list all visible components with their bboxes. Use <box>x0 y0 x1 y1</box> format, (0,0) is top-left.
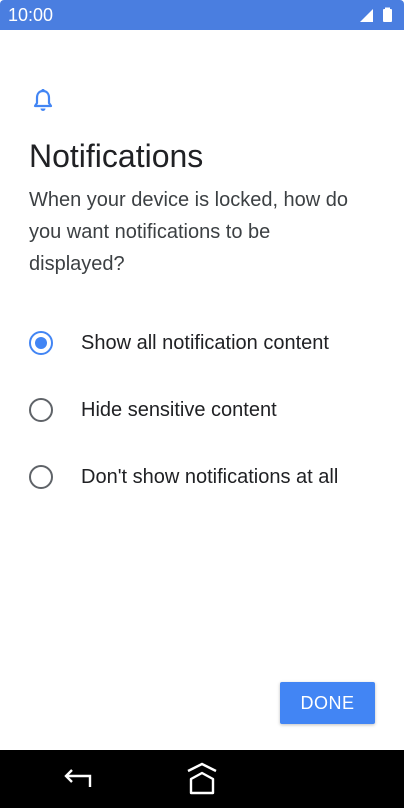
done-button[interactable]: DONE <box>280 682 375 724</box>
option-show-all[interactable]: Show all notification content <box>0 310 404 376</box>
option-dont-show[interactable]: Don't show notifications at all <box>0 444 404 510</box>
status-time: 10:00 <box>8 5 54 25</box>
back-icon[interactable] <box>63 767 93 791</box>
option-hide-sensitive[interactable]: Hide sensitive content <box>0 377 404 443</box>
signal-icon <box>360 9 373 22</box>
page-description: When your device is locked, how do you w… <box>29 189 349 275</box>
home-icon[interactable] <box>185 762 219 796</box>
bell-icon <box>32 88 54 112</box>
radio-dont-show[interactable] <box>29 465 53 489</box>
status-bar: 10:00 <box>0 0 404 30</box>
page-title: Notifications <box>29 138 204 174</box>
status-icons <box>358 7 394 23</box>
radio-show-all[interactable] <box>29 331 53 355</box>
signal-battery-icons <box>360 7 392 22</box>
option-label: Hide sensitive content <box>81 399 277 421</box>
battery-icon <box>383 9 392 22</box>
radio-hide-sensitive[interactable] <box>29 398 53 422</box>
option-label: Show all notification content <box>81 332 329 354</box>
navigation-bar <box>0 750 404 808</box>
option-label: Don't show notifications at all <box>81 466 339 488</box>
